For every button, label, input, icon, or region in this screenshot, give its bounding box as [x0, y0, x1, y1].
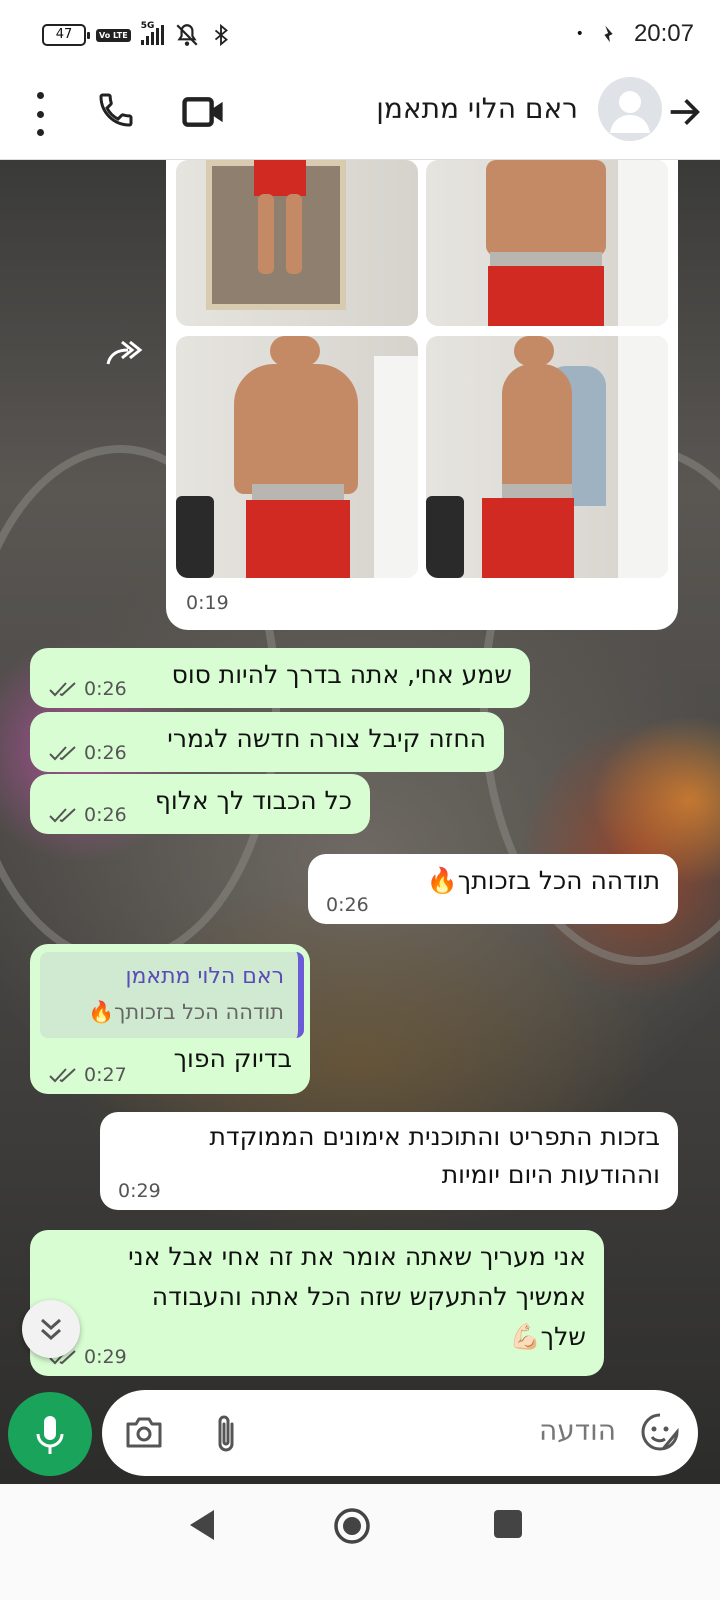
read-ticks-icon: [49, 682, 76, 697]
message-meta: 0:26: [326, 894, 369, 916]
attachment-icon[interactable]: [212, 1412, 240, 1456]
sticker-emoji-icon[interactable]: [640, 1412, 680, 1452]
message-time: 0:26: [84, 804, 127, 826]
quoted-message[interactable]: ראם הלוי מתאמן תודהה הכל בזכותך🔥: [40, 952, 304, 1038]
message-time: 0:29: [118, 1180, 161, 1202]
message-text: בדיוק הפוך: [173, 1044, 292, 1073]
battery-icon: 47: [42, 24, 90, 46]
received-message[interactable]: תודהה הכל בזכותך🔥 0:26: [308, 854, 678, 924]
message-input-placeholder: הודעה: [538, 1414, 616, 1447]
sent-reply-message[interactable]: ראם הלוי מתאמן תודהה הכל בזכותך🔥 בדיוק ה…: [30, 944, 310, 1094]
photo-thumbnail[interactable]: [176, 160, 418, 326]
message-text-line: שלך💪🏻: [509, 1322, 586, 1351]
voice-call-icon[interactable]: [96, 88, 136, 132]
message-text: החזה קיבל צורה חדשה לגמרי: [167, 724, 486, 753]
quoted-author: ראם הלוי מתאמן: [125, 964, 284, 989]
avatar[interactable]: [598, 77, 662, 141]
message-text-line: וההודעות היום יומיות: [441, 1160, 660, 1189]
read-ticks-icon: [49, 1068, 76, 1083]
message-text-line: אני מעריך שאתה אומר את זה אחי אבל אני: [128, 1242, 586, 1271]
message-time: 0:26: [84, 742, 127, 764]
message-text: כל הכבוד לך אלוף: [154, 786, 352, 815]
sent-message[interactable]: אני מעריך שאתה אומר את זה אחי אבל אני אמ…: [30, 1230, 604, 1376]
dot-icon: •: [575, 26, 584, 42]
microphone-icon: [36, 1416, 64, 1454]
battery-level: 47: [55, 27, 73, 42]
signal-icon: 5G: [140, 21, 164, 45]
nav-home-icon[interactable]: [332, 1506, 372, 1546]
chat-header: ראם הלוי מתאמן: [0, 70, 720, 160]
sent-message[interactable]: שמע אחי, אתה בדרך להיות סוס 0:26: [30, 648, 530, 708]
message-text-line: בזכות התפריט והתוכנית אימונים הממוקדת: [209, 1122, 661, 1151]
photo-thumbnail[interactable]: [176, 336, 418, 578]
message-time: 0:27: [84, 1064, 127, 1086]
double-chevron-down-icon: [41, 1318, 61, 1341]
message-meta: 0:26: [48, 678, 127, 700]
quoted-text: תודהה הכל בזכותך🔥: [87, 1000, 284, 1024]
clock: 20:07: [633, 20, 694, 47]
message-input[interactable]: הודעה: [102, 1390, 698, 1476]
message-time: 0:29: [84, 1346, 127, 1368]
message-text: תודהה הכל בזכותך🔥: [426, 866, 660, 895]
photo-thumbnail[interactable]: [426, 336, 668, 578]
photo-thumbnail[interactable]: [426, 160, 668, 326]
forward-icon[interactable]: [104, 336, 144, 370]
network-type: 5G: [140, 21, 155, 31]
message-text: שמע אחי, אתה בדרך להיות סוס: [171, 660, 512, 689]
nav-back-icon[interactable]: [186, 1508, 218, 1542]
status-bar: 47 Vo LTE 5G • 20:07: [0, 0, 720, 70]
message-meta: 0:27: [48, 1064, 127, 1086]
bluetooth-icon: [214, 23, 228, 47]
system-navigation-bar: [0, 1484, 720, 1600]
message-time: 0:26: [84, 678, 127, 700]
back-arrow-icon[interactable]: [664, 92, 704, 132]
contact-name[interactable]: ראם הלוי מתאמן: [376, 92, 578, 125]
scroll-to-bottom-button[interactable]: [22, 1300, 80, 1358]
message-time: 0:19: [186, 592, 229, 614]
status-left-icons: 47 Vo LTE 5G: [42, 21, 232, 48]
notification-icon: [604, 25, 613, 43]
voice-record-button[interactable]: [8, 1392, 92, 1476]
more-options-icon[interactable]: [30, 92, 50, 136]
image-message[interactable]: 0:19: [166, 160, 678, 630]
read-ticks-icon: [49, 746, 76, 761]
sent-message[interactable]: כל הכבוד לך אלוף 0:26: [30, 774, 370, 834]
default-avatar-icon: [610, 91, 650, 133]
message-meta: 0:26: [48, 742, 127, 764]
status-right: • 20:07: [576, 20, 694, 48]
camera-icon[interactable]: [124, 1414, 164, 1450]
video-call-icon[interactable]: [182, 94, 226, 130]
received-message[interactable]: בזכות התפריט והתוכנית אימונים הממוקדת וה…: [100, 1112, 678, 1210]
mute-bell-icon: [176, 24, 198, 46]
message-text-line: אמשיך להתעקש שזה הכל אתה והעבודה: [151, 1282, 586, 1311]
message-meta: 0:29: [118, 1180, 161, 1202]
message-time: 0:26: [326, 894, 369, 916]
volte-icon: Vo LTE: [96, 28, 131, 42]
nav-recents-icon[interactable]: [494, 1510, 522, 1538]
read-ticks-icon: [49, 808, 76, 823]
message-meta: 0:26: [48, 804, 127, 826]
sent-message[interactable]: החזה קיבל צורה חדשה לגמרי 0:26: [30, 712, 504, 772]
chat-area[interactable]: 0:19 שמע אחי, אתה בדרך להיות סוס 0:26 הח…: [0, 160, 720, 1484]
